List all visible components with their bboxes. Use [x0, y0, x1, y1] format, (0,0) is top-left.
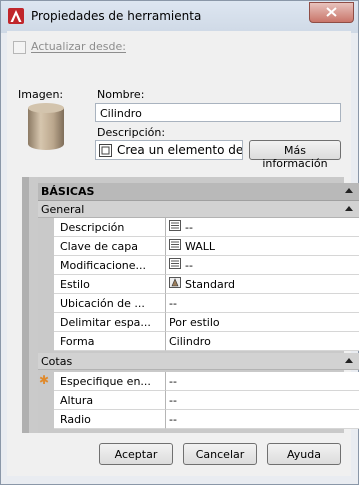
- update-from-label: Actualizar desde:: [31, 40, 126, 53]
- collapse-icon[interactable]: [345, 188, 353, 193]
- grid-margin: [29, 177, 38, 433]
- prop-value[interactable]: --: [166, 256, 359, 275]
- prop-value[interactable]: --: [166, 410, 359, 429]
- prop-name: Ubicación de ...: [54, 294, 166, 313]
- prop-value-text: Standard: [185, 278, 236, 291]
- ok-button[interactable]: Aceptar: [99, 443, 173, 465]
- prop-value-text: --: [169, 394, 177, 407]
- style-icon: [169, 277, 181, 288]
- prop-value[interactable]: --: [166, 372, 359, 391]
- window-title: Propiedades de herramienta: [31, 9, 202, 23]
- prop-row-altura[interactable]: Altura --: [38, 391, 359, 410]
- prop-row-forma[interactable]: Forma Cilindro: [38, 332, 359, 351]
- prop-value[interactable]: Standard: [166, 275, 359, 294]
- more-info-button[interactable]: Más información: [249, 140, 341, 170]
- grid-scrollbar[interactable]: [22, 177, 29, 433]
- prop-name: Delimitar espa...: [54, 313, 166, 332]
- collapse-icon[interactable]: [345, 358, 353, 363]
- app-logo-icon: [8, 8, 24, 24]
- prop-value[interactable]: Por estilo: [166, 313, 359, 332]
- prop-name: Estilo: [54, 275, 166, 294]
- title-bar[interactable]: Propiedades de herramienta: [1, 1, 358, 31]
- prop-value-text: --: [185, 259, 193, 272]
- category-basicas[interactable]: BÁSICAS: [38, 183, 359, 201]
- list-icon: [169, 239, 181, 250]
- prop-name: Forma: [54, 332, 166, 351]
- prop-value-text: WALL: [185, 240, 216, 253]
- prop-row-clave-de-capa[interactable]: Clave de capa WALL: [38, 237, 359, 256]
- section-general[interactable]: General: [38, 201, 359, 218]
- name-label: Nombre:: [97, 88, 145, 101]
- close-button[interactable]: [309, 2, 354, 23]
- image-label: Imagen:: [18, 88, 64, 101]
- prop-value-text: Cilindro: [169, 335, 211, 348]
- prop-row-descripcion[interactable]: Descripción --: [38, 218, 359, 237]
- prop-name: Radio: [54, 410, 166, 429]
- category-label: BÁSICAS: [41, 185, 95, 198]
- section-general-label: General: [41, 203, 85, 216]
- close-icon: [326, 7, 337, 17]
- prop-value-text: Por estilo: [169, 316, 220, 329]
- prop-row-especifique[interactable]: ✱ Especifique en... --: [38, 372, 359, 391]
- list-icon: [169, 220, 181, 231]
- description-value: Crea un elemento de m: [117, 143, 243, 157]
- prop-name: Descripción: [54, 218, 166, 237]
- prop-name: Altura: [54, 391, 166, 410]
- required-icon: ✱: [39, 373, 50, 387]
- checkbox-box[interactable]: [13, 41, 26, 54]
- collapse-icon[interactable]: [345, 206, 353, 211]
- description-label: Descripción:: [97, 126, 166, 139]
- prop-row-ubicacion[interactable]: Ubicación de ... --: [38, 294, 359, 313]
- prop-value[interactable]: --: [166, 218, 359, 237]
- prop-name: Especifique en...: [54, 372, 166, 391]
- prop-name: Modificacione...: [54, 256, 166, 275]
- section-cotas-label: Cotas: [41, 355, 73, 368]
- prop-value-text: --: [169, 375, 177, 388]
- prop-row-estilo[interactable]: Estilo Standard: [38, 275, 359, 294]
- description-field[interactable]: Crea un elemento de m: [95, 140, 243, 160]
- prop-value[interactable]: --: [166, 391, 359, 410]
- list-icon: [169, 258, 181, 269]
- tool-image[interactable]: [26, 102, 66, 152]
- cancel-button[interactable]: Cancelar: [183, 443, 257, 465]
- prop-value-text: --: [169, 413, 177, 426]
- property-grid: BÁSICAS General Descripción -- Clave de …: [22, 177, 359, 433]
- help-button[interactable]: Ayuda: [267, 443, 341, 465]
- name-field[interactable]: Cilindro: [95, 103, 341, 122]
- prop-row-radio[interactable]: Radio --: [38, 410, 359, 429]
- prop-value-text: --: [169, 297, 177, 310]
- prop-name: Clave de capa: [54, 237, 166, 256]
- description-editor-icon: [99, 143, 112, 157]
- prop-row-modificaciones[interactable]: Modificacione... --: [38, 256, 359, 275]
- prop-value[interactable]: WALL: [166, 237, 359, 256]
- prop-row-delimitar[interactable]: Delimitar espa... Por estilo: [38, 313, 359, 332]
- prop-value[interactable]: Cilindro: [166, 332, 359, 351]
- prop-value[interactable]: --: [166, 294, 359, 313]
- section-cotas[interactable]: Cotas: [38, 353, 359, 370]
- prop-value-text: --: [185, 221, 193, 234]
